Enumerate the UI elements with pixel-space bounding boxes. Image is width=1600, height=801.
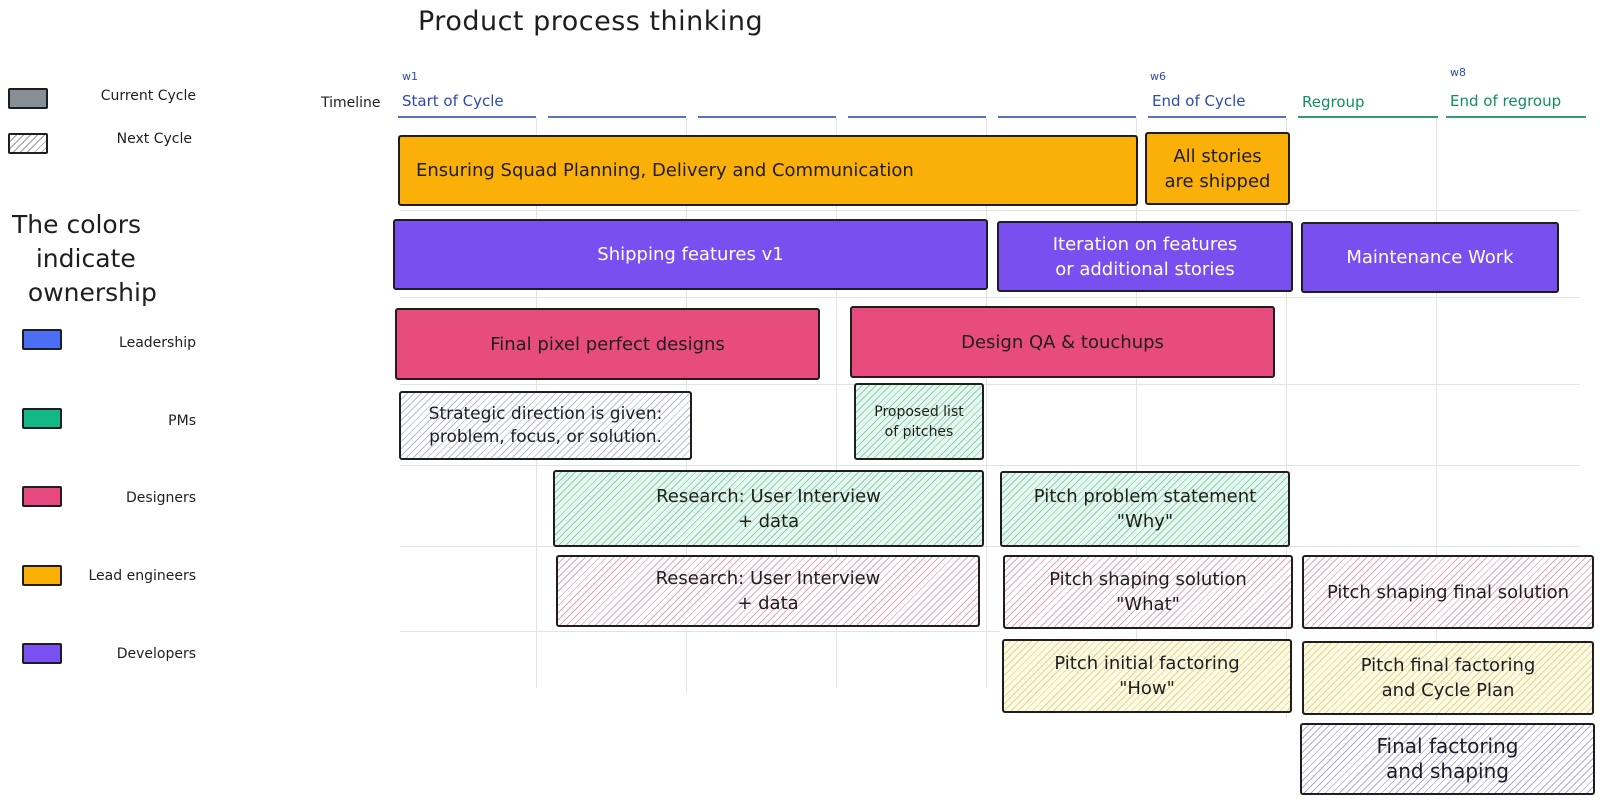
timeline-segment	[1446, 116, 1586, 118]
task-proposed-list-of-pitches[interactable]: Proposed list of pitches	[854, 383, 984, 460]
leadership-label: Leadership	[119, 335, 196, 351]
timeline-segment	[1298, 116, 1438, 118]
pms-label: PMs	[168, 413, 196, 429]
task-all-stories-shipped[interactable]: All stories are shipped	[1145, 132, 1290, 205]
milestone-label: End of regroup	[1450, 92, 1562, 110]
diagram-title: Product process thinking	[418, 6, 764, 37]
task-squad-planning[interactable]: Ensuring Squad Planning, Delivery and Co…	[398, 135, 1138, 206]
timeline-segment	[548, 116, 686, 118]
grid-line	[400, 465, 1580, 466]
timeline-segment	[998, 116, 1136, 118]
week-marker: w1	[402, 70, 418, 83]
current-cycle-label: Current Cycle	[100, 88, 196, 104]
week-marker: w6	[1150, 70, 1166, 83]
grid-line	[400, 631, 1000, 632]
developers-label: Developers	[116, 646, 196, 662]
timeline-segment	[1148, 116, 1286, 118]
task-maintenance-work[interactable]: Maintenance Work	[1301, 222, 1559, 293]
timeline-segment	[398, 116, 536, 118]
task-pitch-problem-statement[interactable]: Pitch problem statement "Why"	[1000, 471, 1290, 547]
task-designer-research[interactable]: Research: User Interview + data	[556, 555, 980, 627]
week-marker: w8	[1450, 66, 1466, 79]
task-iteration-on-features[interactable]: Iteration on features or additional stor…	[997, 221, 1293, 292]
ownership-heading: The colors indicate ownership	[12, 210, 157, 307]
task-pitch-shaping-final-solution[interactable]: Pitch shaping final solution	[1302, 555, 1594, 629]
grid-line	[400, 297, 1580, 298]
timeline-segment	[848, 116, 986, 118]
milestone-start-of-cycle: Start of Cycle	[402, 92, 537, 110]
task-shipping-features-v1[interactable]: Shipping features v1	[393, 219, 988, 290]
timeline-segment	[698, 116, 836, 118]
milestone-end-of-cycle: End of Cycle	[1152, 92, 1246, 110]
grid-line	[400, 210, 1580, 211]
milestone-regroup: Regroup	[1302, 93, 1365, 111]
milestone-label: Regroup	[1302, 93, 1365, 111]
milestone-label: End of Cycle	[1152, 92, 1246, 110]
milestone-end-of-regroup: End of regroup	[1450, 92, 1561, 110]
task-strategic-direction[interactable]: Strategic direction is given: problem, f…	[399, 391, 692, 460]
lead-engineers-label: Lead engineers	[88, 568, 197, 584]
grid-line	[400, 384, 1580, 385]
task-pitch-shaping-solution[interactable]: Pitch shaping solution "What"	[1003, 555, 1293, 629]
next-cycle-label: Next Cycle	[116, 131, 192, 147]
milestone-label: Start of Cycle	[402, 92, 504, 110]
timeline-label: Timeline	[321, 95, 381, 111]
task-pitch-initial-factoring[interactable]: Pitch initial factoring "How"	[1002, 639, 1292, 713]
task-design-qa-touchups[interactable]: Design QA & touchups	[850, 306, 1275, 378]
task-final-pixel-perfect-designs[interactable]: Final pixel perfect designs	[395, 308, 820, 380]
designers-label: Designers	[126, 490, 196, 506]
task-final-factoring-and-shaping[interactable]: Final factoring and shaping	[1300, 723, 1595, 795]
task-pm-research[interactable]: Research: User Interview + data	[553, 470, 984, 547]
task-pitch-final-factoring[interactable]: Pitch final factoring and Cycle Plan	[1302, 641, 1594, 715]
current-cycle-swatch	[8, 88, 48, 109]
